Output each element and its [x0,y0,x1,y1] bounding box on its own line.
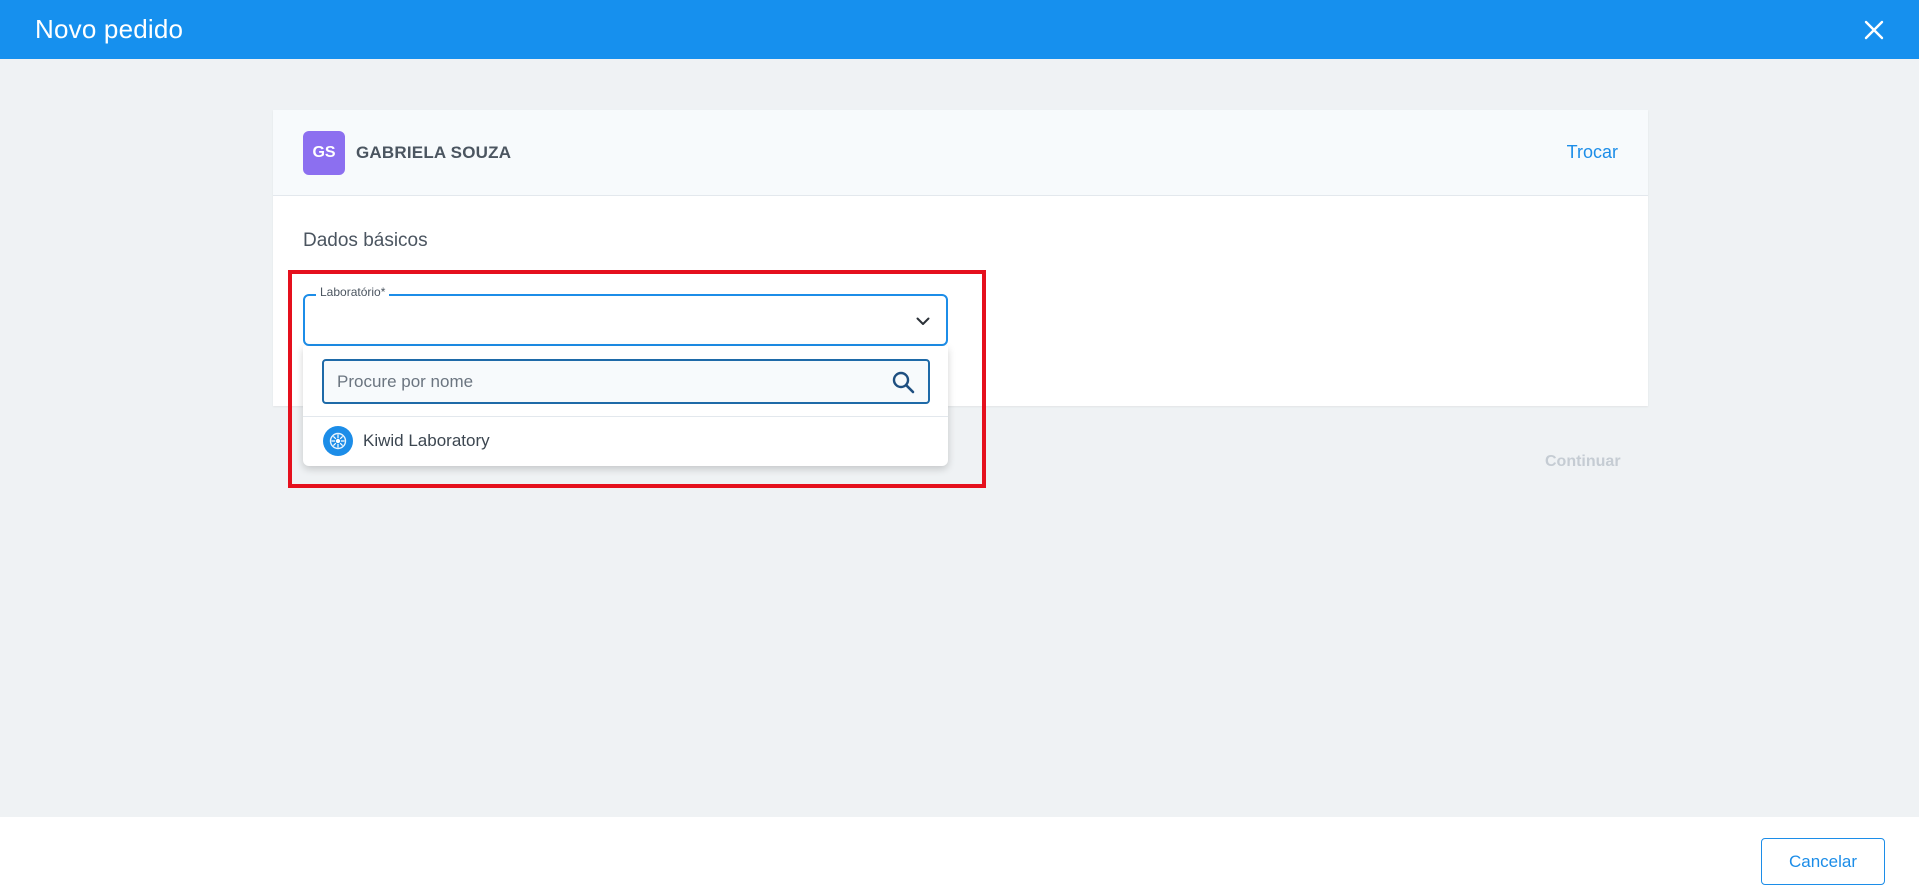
customer-name: GABRIELA SOUZA [356,142,512,162]
laboratory-select[interactable]: Laboratório* [303,285,948,346]
lab-logo-icon [323,426,353,456]
laboratory-label: Laboratório* [316,285,390,299]
top-bar: Novo pedido [0,0,1919,59]
search-box[interactable] [322,359,930,404]
continue-button[interactable]: Continuar [1545,453,1621,471]
swap-customer-link[interactable]: Trocar [1567,142,1618,163]
footer-bar [0,817,1919,891]
list-item[interactable]: Kiwid Laboratory [303,417,948,465]
avatar: GS [303,130,345,175]
option-label: Kiwid Laboratory [363,431,490,450]
cancel-button[interactable]: Cancelar [1761,838,1885,885]
search-input[interactable] [337,371,890,392]
search-icon[interactable] [890,369,916,395]
customer-header: GS GABRIELA SOUZA Trocar [273,110,1648,196]
section-title: Dados básicos [303,230,428,251]
close-icon[interactable] [1859,15,1889,45]
chevron-down-icon[interactable] [914,312,932,330]
page-title: Novo pedido [35,14,184,44]
laboratory-dropdown: Kiwid Laboratory [303,346,948,466]
customer-info: GS GABRIELA SOUZA [303,130,512,175]
